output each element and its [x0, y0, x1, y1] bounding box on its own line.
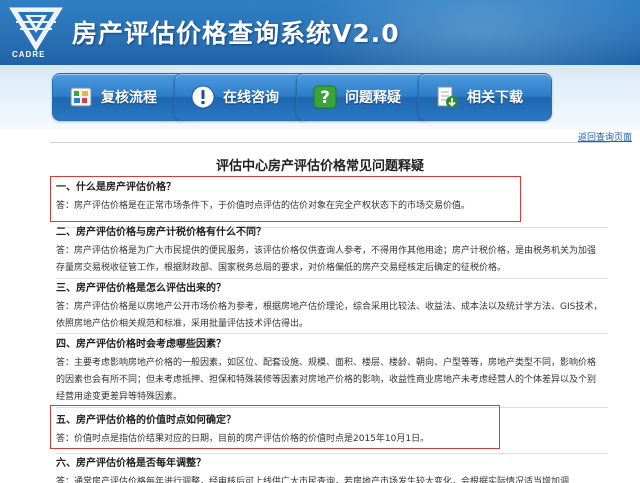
faq-answer: 答：房产评估价格是以房地产公开市场价格为参考，根据房地产估价理论，综合采用比较法…: [56, 302, 603, 329]
site-title: 房产评估价格查询系统V2.0: [72, 19, 400, 48]
online-consult-label: 在线咨询: [223, 90, 279, 106]
faq-item: 四、房产评估价格时会考虑哪些因素？ 答：主要考虑影响房地产价格的一般因素，如区位…: [56, 338, 604, 406]
faq-button[interactable]: ? 问题释疑: [296, 73, 430, 121]
faq-label: 问题释疑: [345, 90, 401, 106]
faq-question: 二、房产评估价格与房产计税价格有什么不同？: [56, 227, 266, 238]
faq-question: 六、房产评估价格是否每年调整？: [56, 458, 206, 469]
faq-question: 三、房产评估价格是怎么评估出来的？: [56, 283, 226, 294]
nav-bar: 复核流程 在线咨询 ? 问题释疑 相关下载: [0, 65, 640, 130]
downloads-button[interactable]: 相关下载: [418, 73, 552, 121]
divider: [50, 142, 610, 143]
downloads-label: 相关下载: [467, 90, 523, 106]
highlight-box: [50, 176, 521, 222]
faq-answer: 答：通常房产评估价格每年进行调整，经审核后可上线供广大市民查询，若房地产市场发生…: [56, 477, 570, 483]
faq-question: 四、房产评估价格时会考虑哪些因素？: [56, 339, 226, 350]
divider: [56, 278, 608, 279]
highlight-box: [50, 405, 500, 449]
faq-item: 六、房产评估价格是否每年调整？ 答：通常房产评估价格每年进行调整，经审核后可上线…: [56, 457, 604, 483]
info-icon: [191, 85, 215, 109]
review-process-label: 复核流程: [101, 90, 157, 106]
review-process-button[interactable]: 复核流程: [52, 73, 186, 121]
review-process-icon: [70, 87, 92, 107]
online-consult-button[interactable]: 在线咨询: [174, 73, 308, 121]
divider: [56, 453, 608, 454]
faq-answer: 答：房产评估价格是为广大市民提供的便民服务，该评估价格仅供查询人参考，不得用作其…: [56, 246, 597, 273]
site-header: CADRE 房产评估价格查询系统V2.0: [0, 0, 640, 65]
download-icon: [437, 86, 458, 108]
faq-item: 二、房产评估价格与房产计税价格有什么不同？ 答：房产评估价格是为广大市民提供的便…: [56, 226, 604, 277]
divider: [56, 333, 608, 334]
svg-text:?: ?: [320, 88, 330, 108]
faq-answer: 答：主要考虑影响房地产价格的一般因素，如区位、配套设施、规模、面积、楼层、楼龄、…: [56, 358, 597, 402]
logo-text: CADRE: [12, 50, 46, 59]
help-icon: ?: [313, 85, 337, 109]
page-title: 评估中心房产评估价格常见问题释疑: [215, 159, 424, 174]
faq-item: 三、房产评估价格是怎么评估出来的？ 答：房产评估价格是以房地产公开市场价格为参考…: [56, 282, 604, 333]
